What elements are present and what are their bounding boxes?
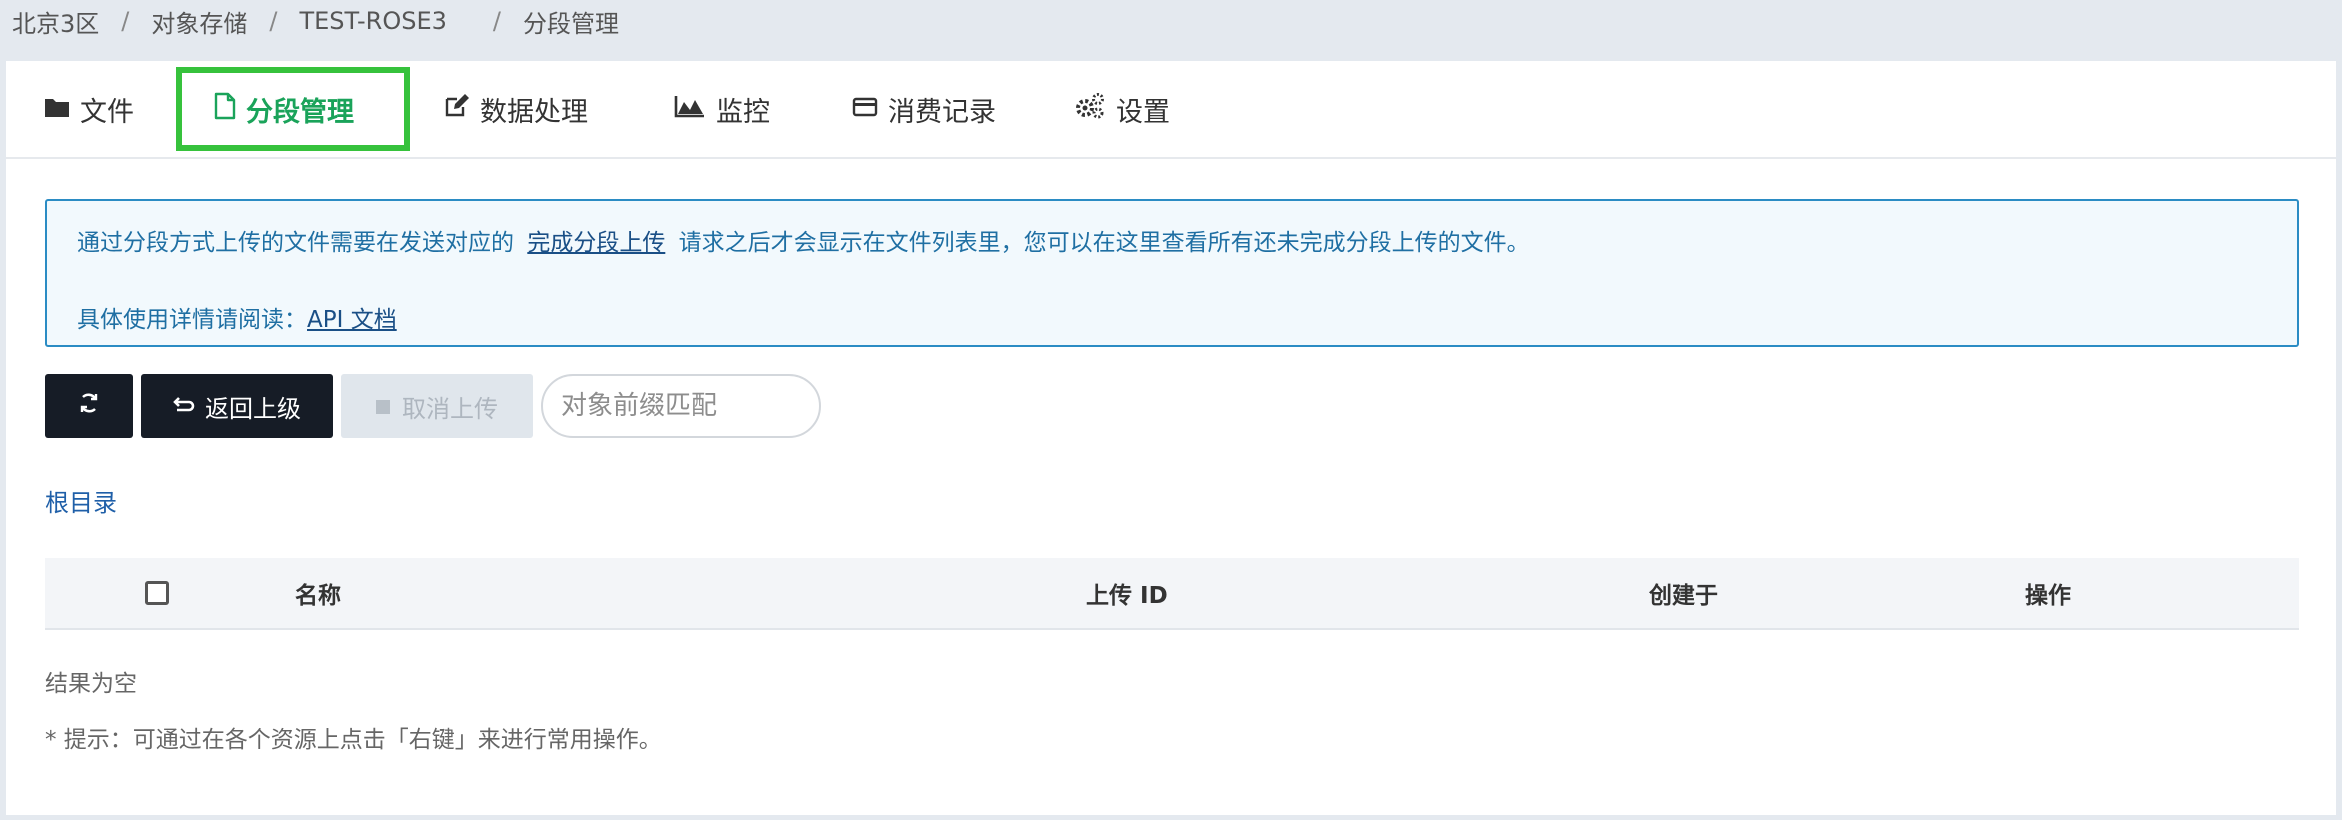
toolbar: 返回上级 取消上传 — [45, 374, 821, 438]
root-directory-link[interactable]: 根目录 — [45, 483, 117, 518]
tab-billing[interactable]: 消费记录 — [852, 61, 996, 157]
tab-bar: 文件 分段管理 数据处理 监控 消费记录 设置 — [6, 61, 2336, 159]
breadcrumb-region[interactable]: 北京3区 — [12, 4, 99, 39]
alert-read-label: 具体使用详情请阅读： — [77, 307, 307, 333]
file-icon — [214, 92, 246, 127]
table-header: 名称 上传 ID 创建于 操作 — [45, 558, 2299, 630]
back-button-label: 返回上级 — [205, 394, 301, 423]
breadcrumb-separator: / — [269, 7, 278, 35]
info-alert: 通过分段方式上传的文件需要在发送对应的 完成分段上传 请求之后才会显示在文件列表… — [45, 199, 2299, 347]
alert-text: 请求之后才会显示在文件列表里，您可以在这里查看所有还未完成分段上传的文件。 — [678, 230, 1530, 256]
tab-billing-label: 消费记录 — [888, 96, 996, 128]
breadcrumb-bucket[interactable]: TEST-ROSE3 — [299, 7, 446, 35]
tab-settings-label: 设置 — [1116, 96, 1170, 128]
empty-result-text: 结果为空 — [45, 671, 137, 697]
back-button[interactable]: 返回上级 — [141, 374, 333, 438]
credit-card-icon — [852, 94, 888, 125]
select-all-checkbox[interactable] — [145, 581, 169, 605]
select-all-cell — [145, 558, 169, 628]
tab-data-processing[interactable]: 数据处理 — [444, 61, 588, 157]
tab-multipart[interactable]: 分段管理 — [214, 61, 354, 157]
breadcrumb-service[interactable]: 对象存储 — [151, 4, 247, 39]
tab-settings[interactable]: 设置 — [1074, 61, 1170, 157]
cancel-upload-label: 取消上传 — [402, 394, 498, 423]
hint-text: * 提示：可通过在各个资源上点击「右键」来进行常用操作。 — [45, 727, 662, 753]
column-header-created[interactable]: 创建于 — [1649, 558, 1718, 628]
refresh-icon — [78, 392, 100, 420]
breadcrumb-current: 分段管理 — [522, 9, 619, 38]
edit-icon — [444, 93, 480, 125]
folder-icon — [44, 94, 80, 125]
breadcrumb: 北京3区 / 对象存储 / TEST-ROSE3 / 分段管理 — [12, 0, 619, 42]
tab-monitor-label: 监控 — [716, 96, 770, 128]
complete-multipart-link[interactable]: 完成分段上传 — [527, 230, 665, 256]
tab-files-label: 文件 — [80, 96, 134, 128]
area-chart-icon — [674, 94, 716, 125]
column-header-actions: 操作 — [2025, 583, 2071, 609]
prefix-search-input[interactable] — [541, 374, 821, 438]
refresh-button[interactable] — [45, 374, 133, 438]
api-docs-link[interactable]: API 文档 — [307, 307, 397, 333]
column-header-name[interactable]: 名称 — [295, 558, 341, 628]
main-panel: 文件 分段管理 数据处理 监控 消费记录 设置 通过分段方式上传的文件需要在发送… — [6, 61, 2336, 815]
alert-line-1: 通过分段方式上传的文件需要在发送对应的 完成分段上传 请求之后才会显示在文件列表… — [77, 223, 1530, 257]
column-header-upload-id[interactable]: 上传 ID — [1086, 558, 1168, 628]
alert-line-2: 具体使用详情请阅读：API 文档 — [77, 300, 397, 334]
tab-data-processing-label: 数据处理 — [480, 96, 588, 128]
gears-icon — [1074, 92, 1116, 127]
alert-text: 通过分段方式上传的文件需要在发送对应的 — [77, 230, 514, 256]
return-icon — [173, 392, 195, 420]
stop-icon — [376, 392, 390, 420]
breadcrumb-separator: / — [121, 7, 130, 35]
breadcrumb-separator: / — [492, 7, 501, 35]
cancel-upload-button[interactable]: 取消上传 — [341, 374, 533, 438]
tab-multipart-label: 分段管理 — [246, 96, 354, 128]
tab-files[interactable]: 文件 — [44, 61, 134, 157]
tab-monitor[interactable]: 监控 — [674, 61, 770, 157]
